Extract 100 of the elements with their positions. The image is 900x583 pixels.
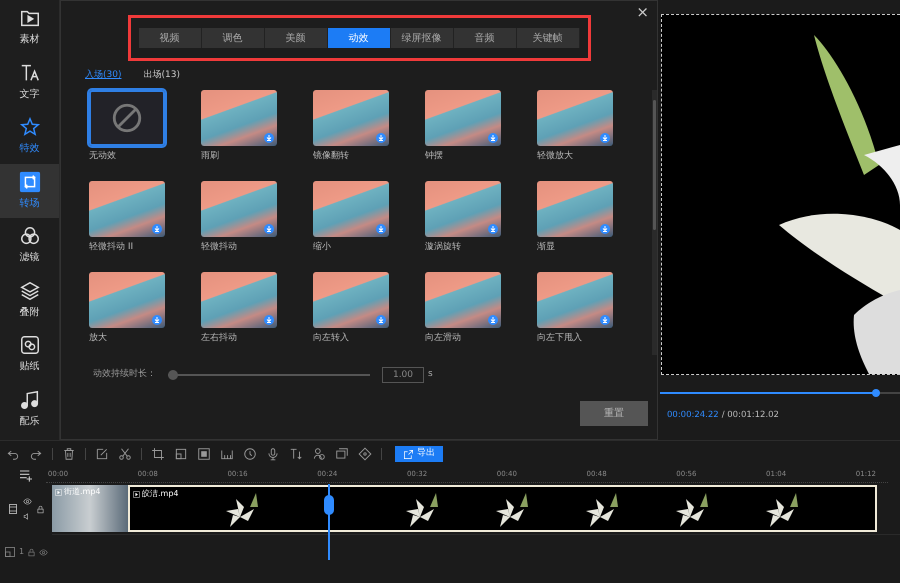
effect-label: 轻微抖动 xyxy=(201,240,238,254)
photo-placeholder[interactable] xyxy=(537,272,613,328)
play-icon xyxy=(55,488,62,496)
photo-placeholder[interactable] xyxy=(425,180,501,236)
duplicate-icon[interactable] xyxy=(335,447,349,461)
export-icon xyxy=(403,448,414,460)
sub-tab[interactable]: 入场(30) xyxy=(85,69,122,82)
transition-icon xyxy=(18,170,40,193)
photo-placeholder[interactable] xyxy=(201,90,277,146)
effect-label: 渐显 xyxy=(537,240,556,254)
sidebar-item[interactable]: 特效 xyxy=(0,109,59,164)
duration-input[interactable]: 1.00 xyxy=(382,366,424,382)
mosaic-icon[interactable] xyxy=(197,447,211,461)
progress-track[interactable] xyxy=(660,389,900,397)
effect-label: 镜像翻转 xyxy=(313,150,350,162)
overlay-icon xyxy=(4,546,16,558)
microphone-icon[interactable] xyxy=(266,447,280,461)
download-icon[interactable] xyxy=(376,224,386,234)
download-icon[interactable] xyxy=(264,132,274,142)
star-icon xyxy=(18,116,40,138)
sidebar-item[interactable]: 配乐 xyxy=(0,382,59,436)
effect-label: 轻微放大 xyxy=(537,150,574,162)
effect-label: 雨刷 xyxy=(201,150,220,162)
sidebar-item[interactable]: 贴纸 xyxy=(0,327,59,382)
unit-label: s xyxy=(428,368,433,381)
duration-label: 动效持续时长： xyxy=(93,368,156,381)
download-icon[interactable] xyxy=(488,314,498,324)
eye-icon[interactable] xyxy=(39,548,48,556)
layers-icon xyxy=(18,280,40,302)
reset-button[interactable]: 重置 xyxy=(580,400,648,426)
download-icon[interactable] xyxy=(264,224,274,234)
download-icon[interactable] xyxy=(376,132,386,142)
sidebar-item[interactable]: 叠附 xyxy=(0,272,59,327)
sidebar-item[interactable]: 转场 xyxy=(0,164,59,218)
download-icon[interactable] xyxy=(488,132,498,142)
sidebar-item[interactable]: 文字 xyxy=(0,54,59,109)
tab[interactable]: 美颜 xyxy=(264,28,328,48)
photo-placeholder[interactable] xyxy=(425,90,501,146)
photo-placeholder[interactable] xyxy=(201,272,277,328)
photo-placeholder[interactable] xyxy=(537,90,613,146)
sidebar-item[interactable]: 滤镜 xyxy=(0,218,59,272)
photo-placeholder[interactable] xyxy=(313,272,389,328)
photo-placeholder[interactable] xyxy=(313,90,389,146)
effect-label: 轻微抖动 II xyxy=(89,240,134,254)
resize-icon[interactable] xyxy=(174,447,188,461)
tab[interactable]: 调色 xyxy=(202,28,264,48)
film-icon xyxy=(7,503,19,515)
trash-icon[interactable] xyxy=(62,447,76,461)
effect-label: 向左滑动 xyxy=(425,332,462,344)
sub-tab[interactable]: 出场(13) xyxy=(143,69,180,82)
photo-placeholder[interactable] xyxy=(425,272,501,328)
download-icon[interactable] xyxy=(152,224,162,234)
effect-label: 左右抖动 xyxy=(201,332,238,344)
photo-placeholder[interactable] xyxy=(313,180,389,236)
slider-thumb[interactable] xyxy=(168,370,178,380)
diamond-icon[interactable] xyxy=(358,447,372,461)
effect-label: 向左下甩入 xyxy=(537,332,583,344)
edit-icon[interactable] xyxy=(95,447,109,461)
download-icon[interactable] xyxy=(488,224,498,234)
download-icon[interactable] xyxy=(376,314,386,324)
eye-icon[interactable] xyxy=(23,497,32,506)
current-time: 00:00:24.22 xyxy=(667,409,719,422)
effect-label: 无动效 xyxy=(89,150,117,162)
total-time: / 00:01:12.02 xyxy=(722,409,779,422)
track-number: 1 xyxy=(18,546,24,558)
effect-label: 放大 xyxy=(89,332,108,344)
download-icon[interactable] xyxy=(600,132,610,142)
effect-thumbnail[interactable] xyxy=(89,90,165,146)
effect-label: 缩小 xyxy=(313,240,332,254)
photo-placeholder[interactable] xyxy=(89,180,165,236)
photo-placeholder[interactable] xyxy=(537,180,613,236)
sticker-icon xyxy=(18,334,40,356)
tab[interactable]: 关键帧 xyxy=(516,28,580,48)
export-button[interactable]: 导出 xyxy=(395,446,443,462)
effect-label: 钟摆 xyxy=(425,150,444,162)
photo-placeholder[interactable] xyxy=(89,272,165,328)
download-icon[interactable] xyxy=(600,314,610,324)
crop-icon[interactable] xyxy=(151,447,165,461)
close-button[interactable]: × xyxy=(636,5,649,20)
clock-icon[interactable] xyxy=(243,447,257,461)
lock-icon[interactable] xyxy=(27,548,36,556)
download-icon[interactable] xyxy=(264,314,274,324)
effect-label: 漩涡旋转 xyxy=(425,240,462,254)
sidebar-item[interactable]: 素材 xyxy=(0,0,59,54)
effect-label: 向左转入 xyxy=(313,332,350,344)
scrollbar[interactable] xyxy=(652,90,657,354)
tab[interactable]: 音频 xyxy=(454,28,516,48)
scissors-icon[interactable] xyxy=(118,447,132,461)
tab[interactable]: 视频 xyxy=(138,28,202,48)
progress-thumb[interactable] xyxy=(872,389,880,397)
lock-icon[interactable] xyxy=(36,504,45,514)
play-icon xyxy=(133,490,140,498)
download-icon[interactable] xyxy=(152,314,162,324)
music-note-icon xyxy=(18,388,40,411)
tab[interactable]: 动效 xyxy=(328,28,390,48)
download-icon[interactable] xyxy=(600,224,610,234)
split-handle[interactable] xyxy=(324,495,334,515)
video-clip[interactable]: 皎洁.mp4 xyxy=(128,485,877,532)
tab[interactable]: 绿屏抠像 xyxy=(390,28,454,48)
photo-placeholder[interactable] xyxy=(201,180,277,236)
